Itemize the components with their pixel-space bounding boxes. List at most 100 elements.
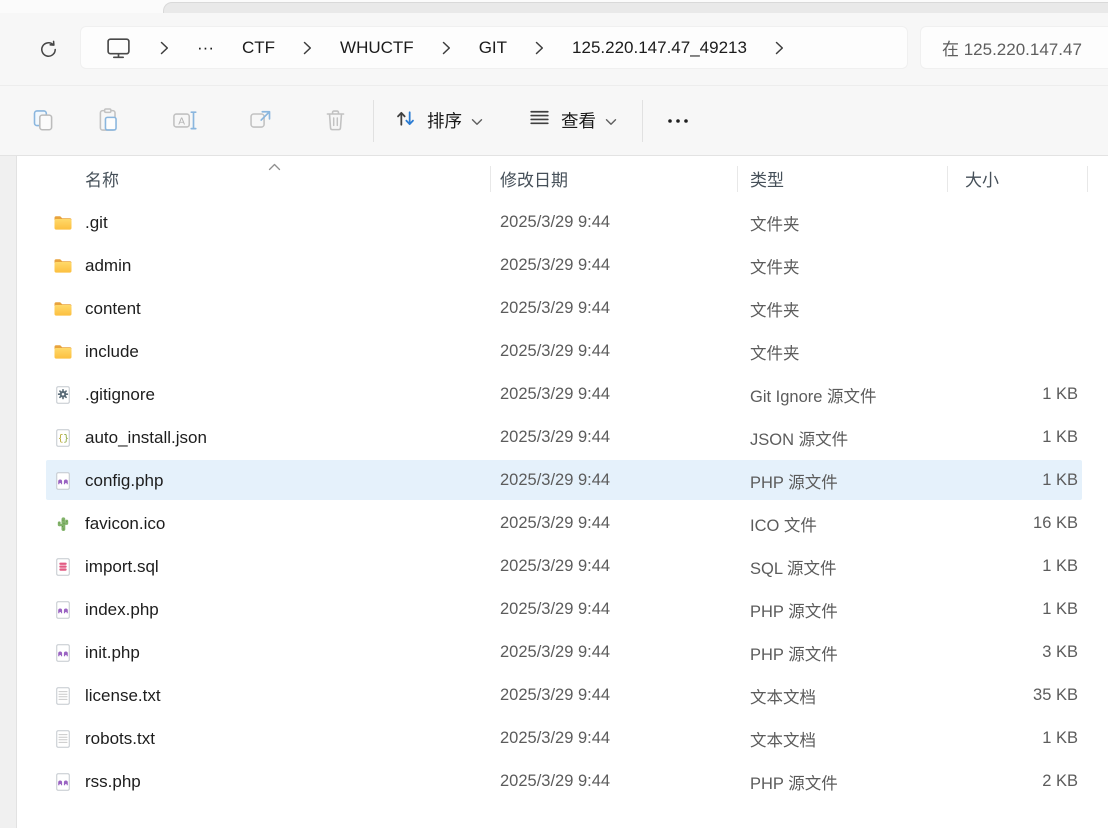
- file-date-modified: 2025/3/29 9:44: [500, 459, 610, 502]
- file-type: 文件夹: [750, 287, 800, 330]
- tab-strip: [0, 0, 1108, 13]
- share-button[interactable]: [237, 98, 283, 144]
- file-size: 2 KB: [947, 760, 1078, 803]
- file-date-modified: 2025/3/29 9:44: [500, 287, 610, 330]
- file-type: 文本文档: [750, 717, 816, 760]
- view-button-label: 查看: [561, 108, 596, 133]
- folder-icon: [53, 330, 73, 373]
- file-size: 1 KB: [947, 373, 1078, 416]
- chevron-right-icon: [442, 41, 451, 55]
- breadcrumb-overflow-button[interactable]: ···: [197, 38, 214, 58]
- file-date-modified: 2025/3/29 9:44: [500, 545, 610, 588]
- file-name: init.php: [85, 631, 140, 674]
- file-row[interactable]: import.sql 2025/3/29 9:44 SQL 源文件 1 KB: [18, 545, 1108, 588]
- file-date-modified: 2025/3/29 9:44: [500, 373, 610, 416]
- file-name: config.php: [85, 459, 163, 502]
- file-name: rss.php: [85, 760, 141, 803]
- file-type: PHP 源文件: [750, 459, 838, 502]
- chevron-down-icon: [605, 110, 617, 131]
- file-row[interactable]: include 2025/3/29 9:44 文件夹: [18, 330, 1108, 373]
- address-bar: ··· CTF WHUCTF GIT 125.220.147.47_49213 在 1…: [0, 13, 1108, 85]
- refresh-button[interactable]: [30, 33, 66, 65]
- chevron-right-icon: [160, 41, 169, 55]
- rename-button[interactable]: A: [161, 98, 207, 144]
- file-type: 文本文档: [750, 674, 816, 717]
- breadcrumb-item[interactable]: WHUCTF: [340, 38, 414, 58]
- more-options-button[interactable]: [655, 98, 701, 144]
- file-row[interactable]: admin 2025/3/29 9:44 文件夹: [18, 244, 1108, 287]
- file-type: SQL 源文件: [750, 545, 837, 588]
- copy-button[interactable]: [20, 98, 66, 144]
- chevron-down-icon: [471, 110, 483, 131]
- breadcrumb-item[interactable]: 125.220.147.47_49213: [572, 38, 747, 58]
- php-icon: [53, 588, 73, 631]
- svg-text:A: A: [178, 116, 185, 127]
- file-row[interactable]: .gitignore 2025/3/29 9:44 Git Ignore 源文件…: [18, 373, 1108, 416]
- file-size: [947, 244, 1078, 287]
- sort-arrows-icon: [393, 106, 418, 136]
- file-rows: .git 2025/3/29 9:44 文件夹 admin 2025/3/29 …: [18, 201, 1108, 803]
- file-name: content: [85, 287, 141, 330]
- file-date-modified: 2025/3/29 9:44: [500, 201, 610, 244]
- chevron-right-icon: [303, 41, 312, 55]
- json-icon: {}: [53, 416, 73, 459]
- file-name: admin: [85, 244, 131, 287]
- search-box-text: 在 125.220.147.47: [942, 35, 1082, 60]
- gitignore-icon: [53, 373, 73, 416]
- address-breadcrumb-field[interactable]: ··· CTF WHUCTF GIT 125.220.147.47_49213: [80, 26, 908, 69]
- this-pc-monitor-icon: [105, 36, 132, 60]
- folder-icon: [53, 244, 73, 287]
- file-row[interactable]: .git 2025/3/29 9:44 文件夹: [18, 201, 1108, 244]
- file-name: .gitignore: [85, 373, 155, 416]
- file-row[interactable]: robots.txt 2025/3/29 9:44 文本文档 1 KB: [18, 717, 1108, 760]
- file-row[interactable]: license.txt 2025/3/29 9:44 文本文档 35 KB: [18, 674, 1108, 717]
- paste-button[interactable]: [85, 98, 131, 144]
- column-header-size[interactable]: 大小: [965, 156, 999, 201]
- file-row[interactable]: config.php 2025/3/29 9:44 PHP 源文件 1 KB: [18, 459, 1108, 502]
- search-box[interactable]: 在 125.220.147.47: [920, 26, 1108, 69]
- file-date-modified: 2025/3/29 9:44: [500, 244, 610, 287]
- sql-icon: [53, 545, 73, 588]
- file-name: index.php: [85, 588, 159, 631]
- file-row[interactable]: init.php 2025/3/29 9:44 PHP 源文件 3 KB: [18, 631, 1108, 674]
- breadcrumb-item[interactable]: GIT: [479, 38, 507, 58]
- file-type: 文件夹: [750, 201, 800, 244]
- file-name: robots.txt: [85, 717, 155, 760]
- file-size: [947, 330, 1078, 373]
- delete-button[interactable]: [312, 98, 358, 144]
- file-size: 1 KB: [947, 459, 1078, 502]
- file-row[interactable]: rss.php 2025/3/29 9:44 PHP 源文件 2 KB: [18, 760, 1108, 803]
- file-date-modified: 2025/3/29 9:44: [500, 760, 610, 803]
- column-header-type[interactable]: 类型: [750, 156, 784, 201]
- file-size: [947, 287, 1078, 330]
- file-date-modified: 2025/3/29 9:44: [500, 674, 610, 717]
- sort-ascending-icon: [268, 158, 281, 176]
- file-name: license.txt: [85, 674, 161, 717]
- file-row[interactable]: favicon.ico 2025/3/29 9:44 ICO 文件 16 KB: [18, 502, 1108, 545]
- file-date-modified: 2025/3/29 9:44: [500, 588, 610, 631]
- svg-text:}: }: [63, 433, 68, 443]
- column-header-date[interactable]: 修改日期: [500, 156, 568, 201]
- php-icon: [53, 459, 73, 502]
- file-date-modified: 2025/3/29 9:44: [500, 416, 610, 459]
- column-divider: [1087, 166, 1088, 192]
- file-name: .git: [85, 201, 108, 244]
- file-date-modified: 2025/3/29 9:44: [500, 502, 610, 545]
- file-size: 35 KB: [947, 674, 1078, 717]
- breadcrumb-item[interactable]: CTF: [242, 38, 275, 58]
- file-row[interactable]: content 2025/3/29 9:44 文件夹: [18, 287, 1108, 330]
- toolbar-divider: [373, 100, 374, 142]
- file-type: 文件夹: [750, 330, 800, 373]
- command-toolbar: A 排序 查看: [0, 85, 1108, 155]
- file-size: 1 KB: [947, 416, 1078, 459]
- file-type: Git Ignore 源文件: [750, 373, 877, 416]
- file-size: 3 KB: [947, 631, 1078, 674]
- column-header-row: 名称 修改日期 类型 大小: [18, 156, 1108, 201]
- sort-button[interactable]: 排序: [382, 98, 494, 144]
- column-header-name[interactable]: 名称: [85, 156, 119, 201]
- chevron-right-icon: [535, 41, 544, 55]
- file-size: [947, 201, 1078, 244]
- view-button[interactable]: 查看: [516, 98, 628, 144]
- file-row[interactable]: index.php 2025/3/29 9:44 PHP 源文件 1 KB: [18, 588, 1108, 631]
- file-row[interactable]: {} auto_install.json 2025/3/29 9:44 JSON…: [18, 416, 1108, 459]
